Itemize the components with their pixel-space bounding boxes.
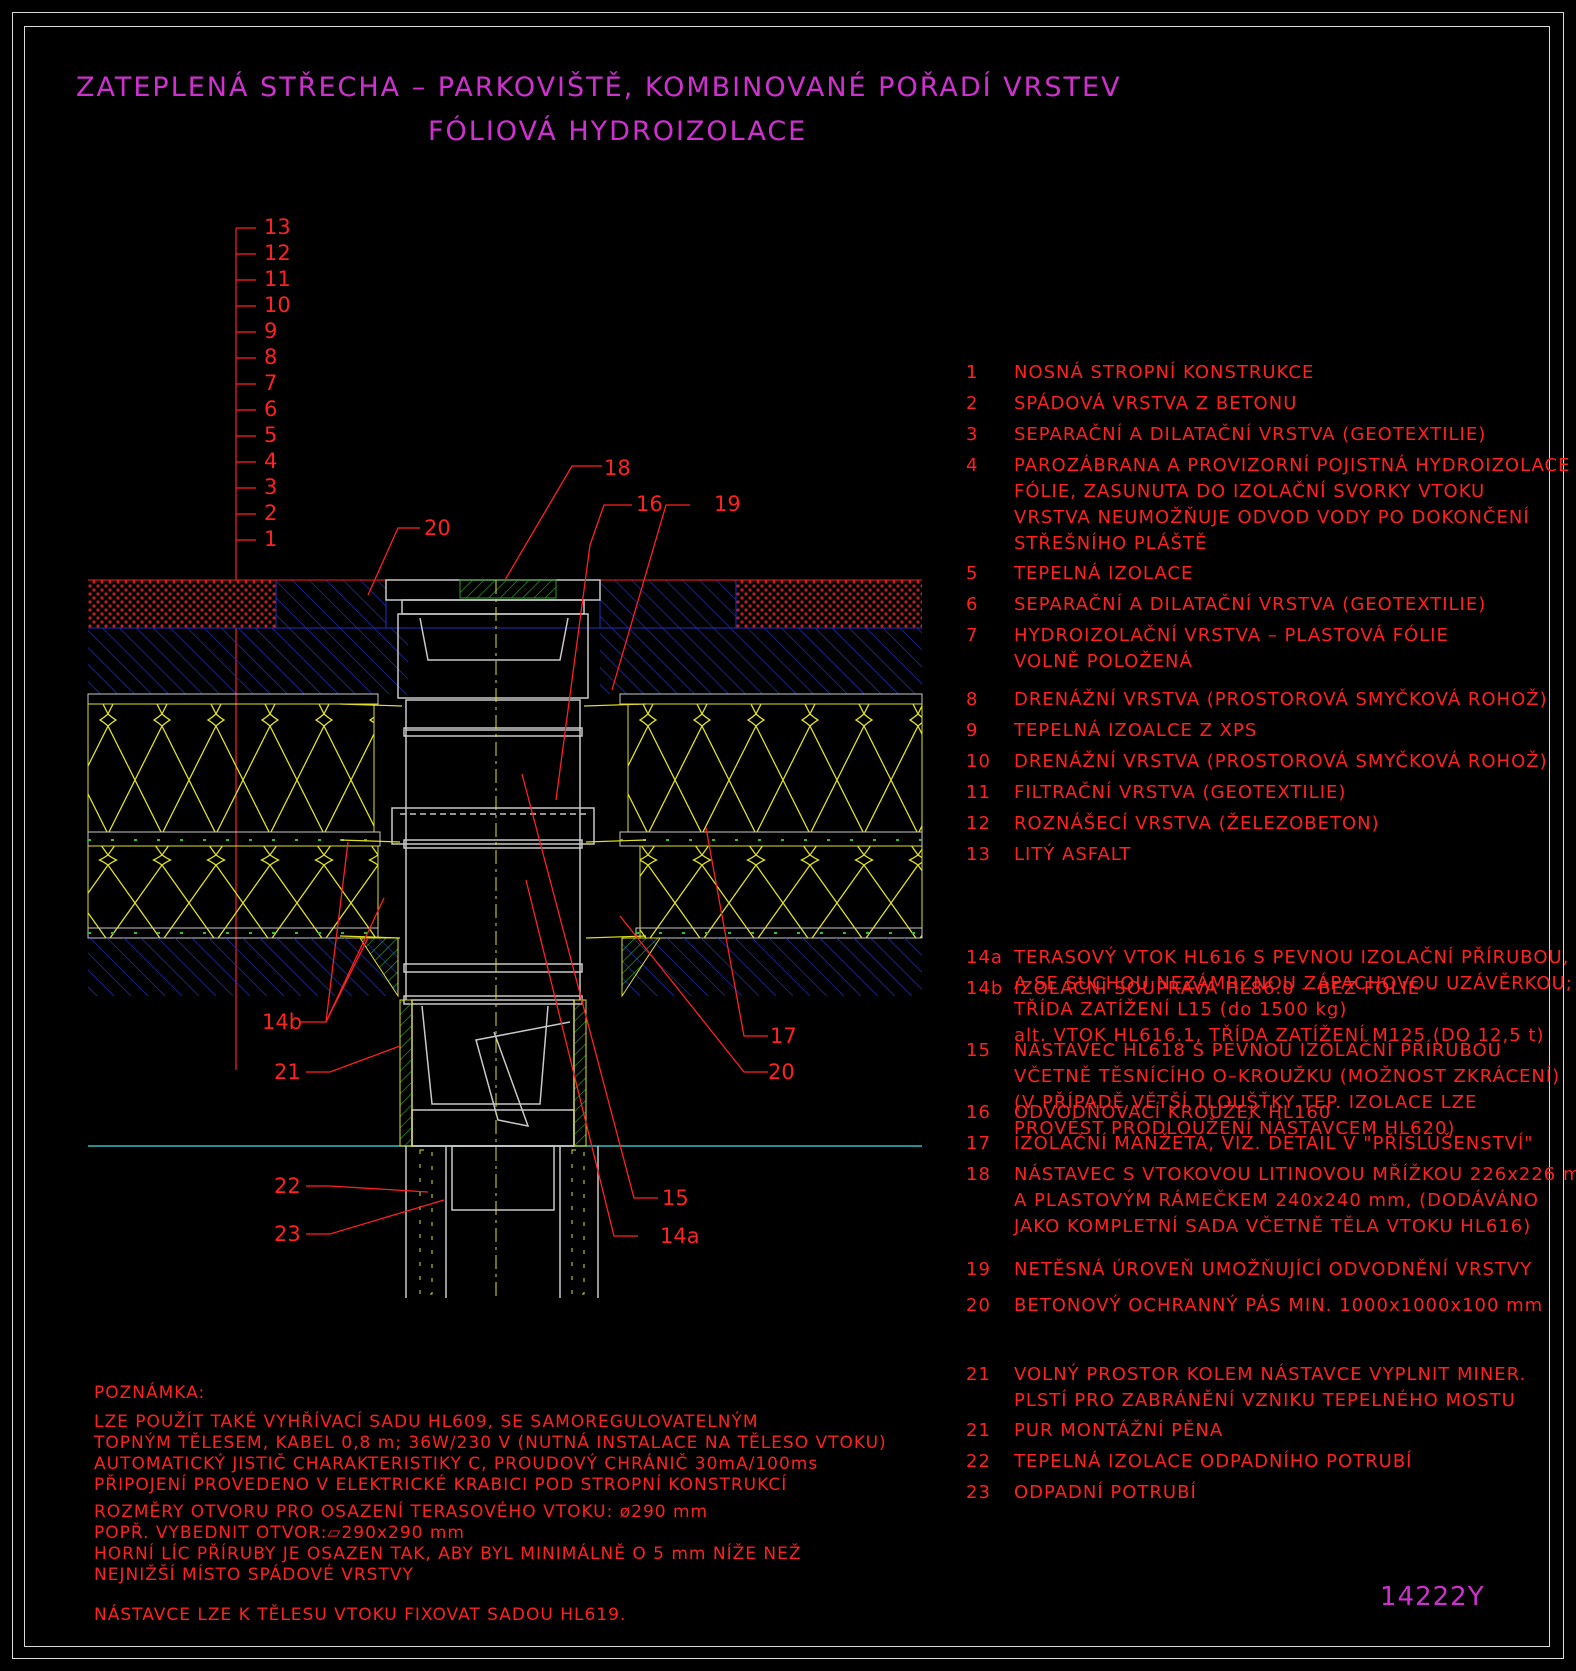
callout-19: 19	[714, 492, 741, 516]
scale-label: 8	[264, 345, 278, 369]
legend-number: 8	[966, 689, 979, 710]
legend-text: VOLNÝ PROSTOR KOLEM NÁSTAVCE VYPLNIT MIN…	[1014, 1364, 1527, 1411]
legend-number: 4	[966, 455, 979, 476]
legend-text: PUR MONTÁŽNÍ PĚNA	[1014, 1420, 1224, 1441]
legend-number: 14b	[966, 978, 1004, 999]
legend-number: 11	[966, 782, 991, 803]
scale-label: 1	[264, 527, 278, 551]
legend-number: 19	[966, 1259, 991, 1280]
scale-label: 2	[264, 501, 278, 525]
legend-text: NÁSTAVEC HL618 S PEVNOU IZOLAČNÍ PŘÍRUBO…	[1014, 1040, 1561, 1139]
note-heading: POZNÁMKA:	[94, 1383, 206, 1403]
callout-15: 15	[662, 1186, 689, 1210]
asphalt-layer-right	[736, 580, 922, 628]
legend-text: LITÝ ASFALT	[1014, 844, 1132, 865]
legend-text: DRENÁŽNÍ VRSTVA (PROSTOROVÁ SMYČKOVÁ ROH…	[1014, 689, 1548, 710]
legend-text: NOSNÁ STROPNÍ KONSTRUKCE	[1014, 362, 1315, 383]
legend-text: IZOLAČNÍ MANŽETA, VIZ. DETAIL V "PŘÍSLUŠ…	[1014, 1133, 1534, 1154]
cast-iron-grate	[459, 579, 557, 599]
note-paragraph-3: NÁSTAVCE LZE K TĚLESU VTOKU FIXOVAT SADO…	[94, 1605, 627, 1625]
legend-number: 12	[966, 813, 991, 834]
legend-text: HYDROIZOLAČNÍ VRSTVA – PLASTOVÁ FÓLIE VO…	[1014, 625, 1449, 672]
legend-number: 3	[966, 424, 979, 445]
legend-text: SEPARAČNÍ A DILATAČNÍ VRSTVA (GEOTEXTILI…	[1014, 594, 1487, 615]
concrete-strip-right	[599, 579, 737, 629]
side-insulation-left	[399, 999, 413, 1147]
callout-20-top: 20	[424, 516, 451, 540]
legend-number: 13	[966, 844, 991, 865]
legend-text: NÁSTAVEC S VTOKOVOU LITINOVOU MŘÍŽKOU 22…	[1014, 1164, 1576, 1237]
legend-number: 18	[966, 1164, 991, 1185]
scale-label: 3	[264, 475, 278, 499]
legend-text: ODVODŇOVACÍ KROUŽEK HL160	[1014, 1102, 1332, 1123]
drawing-number: 14222Y	[1380, 1582, 1485, 1612]
callout-18: 18	[604, 456, 631, 480]
scale-label: 9	[264, 319, 278, 343]
legend-text: PAROZÁBRANA A PROVIZORNÍ POJISTNÁ HYDROI…	[1014, 455, 1571, 554]
legend-text: ODPADNÍ POTRUBÍ	[1014, 1482, 1197, 1503]
legend-number: 7	[966, 625, 979, 646]
legend-text: TEPELNÁ IZOALCE Z XPS	[1014, 720, 1258, 741]
scale-label: 4	[264, 449, 278, 473]
xps-insulation-right	[627, 703, 923, 833]
legend-number: 1	[966, 362, 979, 383]
concrete-slab-left	[88, 628, 408, 694]
scale-label: 6	[264, 397, 278, 421]
legend-number: 22	[966, 1451, 991, 1472]
legend-text: DRENÁŽNÍ VRSTVA (PROSTOROVÁ SMYČKOVÁ ROH…	[1014, 751, 1548, 772]
legend-text: IZOLAČNÍ SOUPRAVA HL86.0 – BEZ FÓLIE	[1014, 978, 1421, 999]
thermal-insulation-left	[87, 845, 379, 939]
scale-label: 11	[264, 267, 291, 291]
drain-body	[385, 579, 601, 1147]
scale-label: 10	[264, 293, 291, 317]
legend-number: 21	[966, 1364, 991, 1385]
xps-insulation-left	[87, 703, 375, 833]
concrete-slab-right	[600, 628, 922, 694]
legend-number: 17	[966, 1133, 991, 1154]
legend-number: 15	[966, 1040, 991, 1061]
legend-number: 5	[966, 563, 979, 584]
legend-number: 2	[966, 393, 979, 414]
note-paragraph-1: LZE POUŽÍT TAKÉ VYHŘÍVACÍ SADU HL609, SE…	[94, 1412, 887, 1495]
scale-label: 12	[264, 241, 291, 265]
waste-pipe	[405, 1145, 599, 1298]
callout-20-bottom: 20	[768, 1060, 795, 1084]
scale-label: 5	[264, 423, 278, 447]
callout-22: 22	[274, 1174, 301, 1198]
legend-text: SEPARAČNÍ A DILATAČNÍ VRSTVA (GEOTEXTILI…	[1014, 424, 1487, 445]
note-paragraph-2: ROZMĚRY OTVORU PRO OSAZENÍ TERASOVÉHO VT…	[94, 1502, 802, 1585]
legend-text: FILTRAČNÍ VRSTVA (GEOTEXTILIE)	[1014, 782, 1347, 803]
concrete-strip-left	[275, 579, 387, 629]
callout-23: 23	[274, 1222, 301, 1246]
legend-number: 6	[966, 594, 979, 615]
thermal-insulation-right	[639, 845, 923, 939]
legend-number: 10	[966, 751, 991, 772]
legend-text: ROZNÁŠECÍ VRSTVA (ŽELEZOBETON)	[1014, 813, 1380, 834]
callout-16: 16	[636, 492, 663, 516]
legend-text: BETONOVÝ OCHRANNÝ PÁS MIN. 1000x1000x100…	[1014, 1295, 1544, 1316]
asphalt-layer-left	[88, 580, 276, 628]
legend-text: TEPELNÁ IZOLACE	[1014, 563, 1194, 584]
legend-number: 20	[966, 1295, 991, 1316]
legend-text: NETĚSNÁ ÚROVEŇ UMOŽŇUJÍCÍ ODVODNĚNÍ VRST…	[1014, 1259, 1533, 1280]
sloping-concrete-right	[622, 938, 922, 996]
callout-17: 17	[770, 1024, 797, 1048]
legend-text: TEPELNÁ IZOLACE ODPADNÍHO POTRUBÍ	[1014, 1451, 1413, 1472]
scale-label: 7	[264, 371, 278, 395]
callout-21: 21	[274, 1060, 301, 1084]
callout-14a: 14a	[660, 1224, 700, 1248]
legend-text: SPÁDOVÁ VRSTVA Z BETONU	[1014, 393, 1298, 414]
callout-14b: 14b	[262, 1010, 303, 1034]
legend-number: 16	[966, 1102, 991, 1123]
side-insulation-right	[573, 999, 587, 1147]
legend-number: 21	[966, 1420, 991, 1441]
legend-number: 9	[966, 720, 979, 741]
legend-number: 23	[966, 1482, 991, 1503]
legend-number: 14a	[966, 947, 1003, 968]
scale-label: 13	[264, 215, 291, 239]
